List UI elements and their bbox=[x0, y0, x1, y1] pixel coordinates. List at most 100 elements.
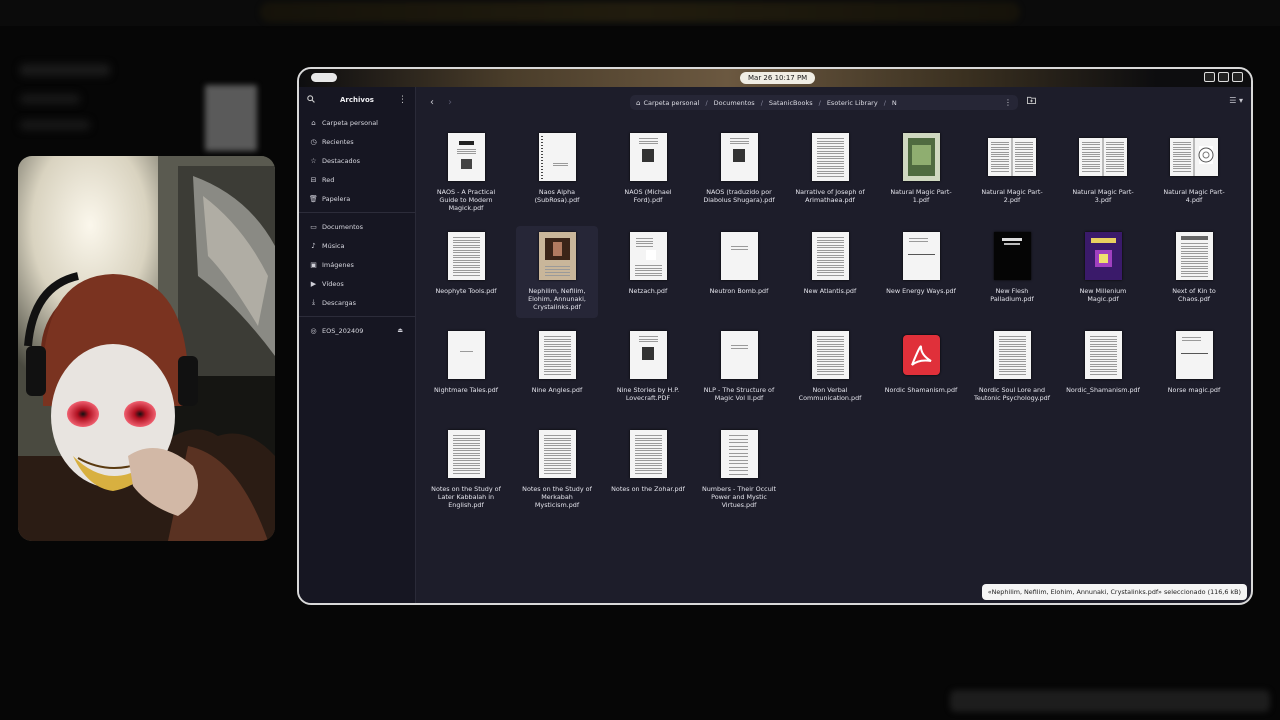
file-item[interactable]: Neophyte Tools.pdf bbox=[425, 226, 507, 318]
file-item[interactable]: Nightmare Tales.pdf bbox=[425, 325, 507, 417]
file-item[interactable]: Nephilim, Nefilim, Elohim, Annunaki, Cry… bbox=[516, 226, 598, 318]
file-thumbnail-area bbox=[607, 131, 689, 183]
file-thumbnail-area bbox=[516, 131, 598, 183]
file-item[interactable]: Naos Alpha (SubRosa).pdf bbox=[516, 127, 598, 219]
tray-icon[interactable] bbox=[1218, 72, 1229, 82]
system-tray[interactable] bbox=[1204, 72, 1243, 82]
file-item[interactable]: Nordic Shamanism.pdf bbox=[880, 325, 962, 417]
back-button[interactable]: ‹ bbox=[423, 97, 441, 108]
background-blur bbox=[20, 94, 80, 104]
music-icon: ♪ bbox=[311, 241, 316, 250]
sidebar-item-eos-202409[interactable]: ◎ EOS_202409 ⏏ bbox=[299, 321, 415, 340]
document-icon: ▭ bbox=[310, 222, 317, 231]
file-item[interactable]: Non Verbal Communication.pdf bbox=[789, 325, 871, 417]
file-item[interactable]: Neutron Bomb.pdf bbox=[698, 226, 780, 318]
sidebar-item-label: Documentos bbox=[322, 222, 364, 231]
file-name: Notes on the Study of Later Kabbalah in … bbox=[431, 485, 501, 509]
tray-icon[interactable] bbox=[1204, 72, 1215, 82]
file-thumbnail-area bbox=[607, 329, 689, 381]
webcam-overlay bbox=[18, 156, 275, 541]
sidebar-item-descargas[interactable]: ⤓ Descargas bbox=[299, 293, 415, 312]
file-thumbnail bbox=[720, 133, 758, 181]
file-thumbnail bbox=[447, 232, 485, 280]
file-name: Natural Magic Part-4.pdf bbox=[1163, 188, 1225, 204]
breadcrumb-item[interactable]: Esoteric Library bbox=[827, 99, 878, 107]
activities-indicator[interactable] bbox=[311, 73, 337, 82]
file-name: Notes on the Study of Merkabah Mysticism… bbox=[522, 485, 592, 509]
eject-icon[interactable]: ⏏ bbox=[397, 327, 403, 334]
file-item[interactable]: Notes on the Zohar.pdf bbox=[607, 424, 689, 516]
network-icon: ⊟ bbox=[310, 175, 317, 184]
home-icon[interactable]: ⌂ bbox=[636, 99, 640, 107]
file-grid: NAOS - A Practical Guide to Modern Magic… bbox=[425, 127, 1245, 547]
file-thumbnail bbox=[720, 331, 758, 379]
file-item[interactable]: New Millenium Magic.pdf bbox=[1062, 226, 1144, 318]
file-item[interactable]: Natural Magic Part-1.pdf bbox=[880, 127, 962, 219]
file-thumbnail bbox=[1084, 331, 1122, 379]
sidebar-item-m-sica[interactable]: ♪ Música bbox=[299, 236, 415, 255]
forward-button[interactable]: › bbox=[441, 97, 459, 108]
file-item[interactable]: Natural Magic Part-2.pdf bbox=[971, 127, 1053, 219]
file-thumbnail-area bbox=[698, 329, 780, 381]
tray-icon[interactable] bbox=[1232, 72, 1243, 82]
download-icon: ⤓ bbox=[311, 298, 316, 306]
breadcrumb-item[interactable]: Carpeta personal bbox=[643, 99, 699, 107]
file-item[interactable]: Notes on the Study of Merkabah Mysticism… bbox=[516, 424, 598, 516]
sidebar-item-carpeta-personal[interactable]: ⌂ Carpeta personal bbox=[299, 113, 415, 132]
sidebar-item-documentos[interactable]: ▭ Documentos bbox=[299, 217, 415, 236]
file-item[interactable]: New Atlantis.pdf bbox=[789, 226, 871, 318]
breadcrumb-item[interactable]: N bbox=[892, 99, 897, 107]
sidebar-item-red[interactable]: ⊟ Red bbox=[299, 170, 415, 189]
file-name: Nordic_Shamanism.pdf bbox=[1066, 386, 1140, 394]
file-thumbnail bbox=[993, 232, 1031, 280]
background-topbar bbox=[0, 0, 1280, 26]
file-item[interactable]: Netzach.pdf bbox=[607, 226, 689, 318]
file-item[interactable]: Nine Angles.pdf bbox=[516, 325, 598, 417]
file-name: Nephilim, Nefilim, Elohim, Annunaki, Cry… bbox=[528, 287, 586, 311]
sidebar-item-papelera[interactable]: 🗑 Papelera bbox=[299, 189, 415, 208]
file-item[interactable]: New Flesh Palladium.pdf bbox=[971, 226, 1053, 318]
file-item[interactable]: NAOS - A Practical Guide to Modern Magic… bbox=[425, 127, 507, 219]
sidebar-item-recientes[interactable]: ◷ Recientes bbox=[299, 132, 415, 151]
file-item[interactable]: NAOS (Michael Ford).pdf bbox=[607, 127, 689, 219]
view-options-icon[interactable]: ☰ ▾ bbox=[1229, 96, 1243, 105]
sidebar-item-v-deos[interactable]: ▶ Vídeos bbox=[299, 274, 415, 293]
file-item[interactable]: Next of Kin to Chaos.pdf bbox=[1153, 226, 1235, 318]
file-item[interactable]: NLP - The Structure of Magic Vol II.pdf bbox=[698, 325, 780, 417]
file-thumbnail-area bbox=[698, 131, 780, 183]
file-name: New Flesh Palladium.pdf bbox=[990, 287, 1034, 303]
clock[interactable]: Mar 26 10:17 PM bbox=[740, 72, 816, 84]
file-item[interactable]: Nordic_Shamanism.pdf bbox=[1062, 325, 1144, 417]
file-thumbnail-area bbox=[425, 131, 507, 183]
file-name: NAOS (traduzido por Diabolus Shugara).pd… bbox=[703, 188, 775, 204]
file-item[interactable]: Norse magic.pdf bbox=[1153, 325, 1235, 417]
file-name: Narrative of Joseph of Arimathaea.pdf bbox=[795, 188, 865, 204]
new-folder-icon[interactable] bbox=[1027, 96, 1036, 106]
file-thumbnail bbox=[1175, 331, 1213, 379]
file-item[interactable]: Natural Magic Part-3.pdf bbox=[1062, 127, 1144, 219]
breadcrumb-item[interactable]: Documentos bbox=[714, 99, 755, 107]
file-item[interactable]: Natural Magic Part-4.pdf bbox=[1153, 127, 1235, 219]
sidebar-item-label: Carpeta personal bbox=[322, 118, 378, 127]
breadcrumb-separator: / bbox=[705, 98, 708, 107]
file-thumbnail bbox=[447, 133, 485, 181]
file-name: Natural Magic Part-1.pdf bbox=[890, 188, 952, 204]
file-thumbnail bbox=[988, 138, 1036, 176]
file-item[interactable]: New Energy Ways.pdf bbox=[880, 226, 962, 318]
sidebar-item-label: Música bbox=[322, 241, 345, 250]
file-item[interactable]: Narrative of Joseph of Arimathaea.pdf bbox=[789, 127, 871, 219]
path-menu-icon[interactable]: ⋮ bbox=[1004, 98, 1012, 107]
sidebar-item-destacados[interactable]: ☆ Destacados bbox=[299, 151, 415, 170]
sidebar-item-im-genes[interactable]: ▣ Imágenes bbox=[299, 255, 415, 274]
file-item[interactable]: Numbers - Their Occult Power and Mystic … bbox=[698, 424, 780, 516]
file-item[interactable]: NAOS (traduzido por Diabolus Shugara).pd… bbox=[698, 127, 780, 219]
file-thumbnail-area bbox=[425, 329, 507, 381]
file-item[interactable]: Notes on the Study of Later Kabbalah in … bbox=[425, 424, 507, 516]
menu-icon[interactable]: ⋮ bbox=[398, 95, 407, 105]
breadcrumb-item[interactable]: SatanicBooks bbox=[769, 99, 813, 107]
file-item[interactable]: Nine Stories by H.P. Lovecraft.PDF bbox=[607, 325, 689, 417]
sidebar-item-label: Descargas bbox=[322, 298, 357, 307]
home-icon: ⌂ bbox=[311, 118, 316, 127]
file-item[interactable]: Nordic Soul Lore and Teutonic Psychology… bbox=[971, 325, 1053, 417]
file-thumbnail bbox=[1175, 232, 1213, 280]
